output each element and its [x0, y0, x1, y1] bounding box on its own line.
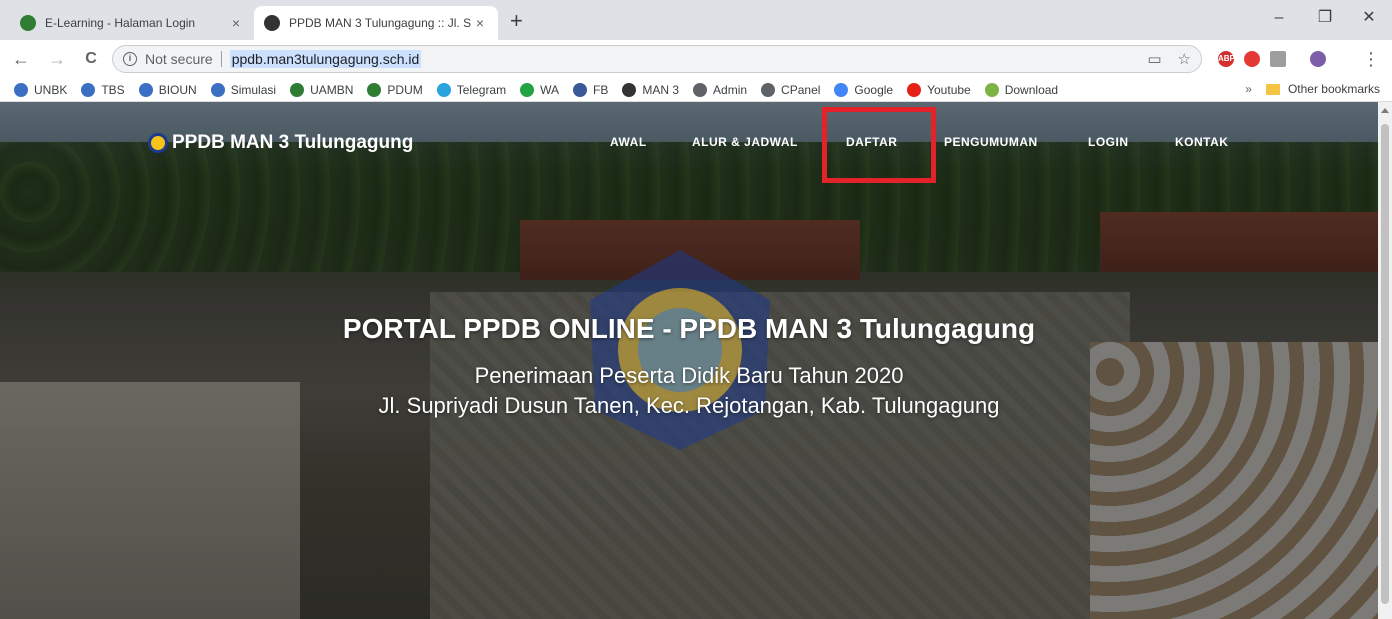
omnibox-actions: ▭ ☆ [1147, 50, 1191, 68]
new-tab-button[interactable]: + [510, 10, 523, 32]
close-window-button[interactable]: ✕ [1346, 6, 1392, 30]
extension-icon[interactable] [1270, 51, 1286, 67]
google-icon [834, 82, 849, 97]
forward-button[interactable]: → [46, 48, 68, 70]
bookmark-telegram[interactable]: Telegram [436, 82, 507, 97]
school-emblem-icon [20, 15, 36, 31]
page-viewport: PPDB MAN 3 Tulungagung AWAL ALUR & JADWA… [0, 102, 1378, 619]
bookmark-label: UNBK [34, 82, 68, 97]
security-label: Not secure [145, 51, 213, 67]
bookmarks-right: » Other bookmarks [1245, 82, 1380, 96]
nav-pengumuman[interactable]: PENGUMUMAN [944, 135, 1038, 149]
bookmark-label: Admin [713, 82, 748, 97]
bookmark-unbk[interactable]: UNBK [14, 82, 68, 97]
bookmarks-overflow-button[interactable]: » [1245, 82, 1252, 96]
site-brand[interactable]: PPDB MAN 3 Tulungagung [148, 132, 413, 154]
tab-title: PPDB MAN 3 Tulungagung :: Jl. S [289, 16, 472, 30]
logo-icon [148, 133, 168, 153]
hero-subtitle-year: Penerimaan Peserta Didik Baru Tahun 2020 [474, 363, 904, 388]
facebook-icon [573, 82, 587, 97]
bookmark-wa[interactable]: WA [520, 82, 559, 97]
blue-globe-icon [81, 82, 96, 97]
nav-login[interactable]: LOGIN [1088, 135, 1129, 149]
menu-icon[interactable]: ⋮ [1360, 48, 1382, 70]
bookmark-label: Telegram [456, 82, 507, 97]
url-text[interactable]: ppdb.man3tulungagung.sch.id [229, 50, 422, 68]
tab-ppdb[interactable]: PPDB MAN 3 Tulungagung :: Jl. S × [254, 6, 498, 40]
cast-icon[interactable]: ▭ [1147, 50, 1161, 68]
tab-title: E-Learning - Halaman Login [45, 16, 196, 30]
back-button[interactable]: ← [10, 48, 32, 70]
restore-button[interactable]: ❐ [1302, 6, 1348, 30]
reload-button[interactable]: C [80, 48, 102, 70]
bookmark-label: PDUM [387, 82, 423, 97]
bookmark-tbs[interactable]: TBS [81, 82, 125, 97]
other-bookmarks[interactable]: Other bookmarks [1288, 82, 1380, 96]
bookmark-label: TBS [101, 82, 125, 97]
site-navbar: PPDB MAN 3 Tulungagung AWAL ALUR & JADWA… [0, 102, 1378, 183]
adblock-icon[interactable]: ABP [1218, 51, 1235, 67]
download-arrow-icon [984, 82, 999, 97]
tab-elearning[interactable]: E-Learning - Halaman Login × [10, 6, 254, 40]
close-icon[interactable]: × [472, 15, 488, 31]
gray-globe-icon [761, 82, 776, 97]
close-icon[interactable]: × [228, 15, 244, 31]
hero-title: PORTAL PPDB ONLINE - PPDB MAN 3 Tulungag… [342, 313, 1036, 344]
bookmark-man-3[interactable]: MAN 3 [622, 82, 680, 97]
school-emblem-icon [590, 250, 770, 450]
divider [220, 51, 222, 67]
opera-icon[interactable] [1244, 51, 1260, 67]
bookmark-bioun[interactable]: BIOUN [138, 82, 197, 97]
bookmark-youtube[interactable]: Youtube [907, 82, 971, 97]
bookmark-label: CPanel [781, 82, 821, 97]
bookmark-fb[interactable]: FB [573, 82, 609, 97]
tab-strip: E-Learning - Halaman Login × PPDB MAN 3 … [0, 0, 1392, 40]
bookmark-label: Simulasi [230, 82, 277, 97]
gray-globe-icon [693, 82, 708, 97]
browser-toolbar: ← → C i Not secure ppdb.man3tulungagung.… [0, 40, 1392, 78]
info-icon[interactable]: i [123, 52, 137, 66]
bookmark-admin[interactable]: Admin [693, 82, 748, 97]
blue-globe-icon [14, 82, 28, 97]
nav-kontak[interactable]: KONTAK [1175, 135, 1228, 149]
blue-globe-icon [210, 82, 225, 97]
minimize-button[interactable]: – [1256, 6, 1302, 30]
dark-globe-icon [622, 82, 637, 97]
bookmarks-bar: UNBK TBS BIOUN Simulasi UAMBN PDUM Telegram WA F… [0, 78, 1392, 102]
page-scrollbar[interactable] [1378, 102, 1392, 619]
brand-text: PPDB MAN 3 Tulungagung [172, 132, 414, 153]
bookmark-uambn[interactable]: UAMBN [290, 82, 354, 97]
bookmark-label: MAN 3 [642, 82, 680, 97]
bookmark-label: Google [854, 82, 894, 97]
bookmark-google[interactable]: Google [834, 82, 894, 97]
bookmark-pdum[interactable]: PDUM [367, 82, 423, 97]
bookmark-label: BIOUN [158, 82, 197, 97]
bookmark-download[interactable]: Download [984, 82, 1059, 97]
bookmark-label: Download [1004, 82, 1059, 97]
bookmark-label: WA [540, 82, 559, 97]
scroll-up-arrow[interactable] [1381, 108, 1389, 113]
hero-subtitle-address: Jl. Supriyadi Dusun Tanen, Kec. Rejotang… [378, 393, 1000, 418]
nav-alur-jadwal[interactable]: ALUR & JADWAL [692, 135, 798, 149]
globe-icon [264, 15, 280, 31]
avatar[interactable] [1310, 51, 1326, 67]
daftar-highlight-box [822, 107, 936, 183]
blue-globe-icon [138, 82, 153, 97]
youtube-icon [907, 82, 922, 97]
address-bar[interactable]: i Not secure ppdb.man3tulungagung.sch.id… [112, 45, 1202, 73]
star-icon[interactable]: ☆ [1178, 50, 1191, 68]
bookmark-label: Youtube [927, 82, 971, 97]
green-emblem-icon [367, 82, 382, 97]
scroll-thumb[interactable] [1381, 124, 1389, 604]
bookmark-cpanel[interactable]: CPanel [761, 82, 821, 97]
green-emblem-icon [290, 82, 305, 97]
folder-icon [1265, 83, 1280, 95]
telegram-icon [436, 82, 451, 97]
bookmark-label: FB [593, 82, 609, 97]
bookmark-label: UAMBN [310, 82, 354, 97]
nav-awal[interactable]: AWAL [610, 135, 647, 149]
bookmark-simulasi[interactable]: Simulasi [210, 82, 277, 97]
whatsapp-icon [520, 82, 535, 97]
